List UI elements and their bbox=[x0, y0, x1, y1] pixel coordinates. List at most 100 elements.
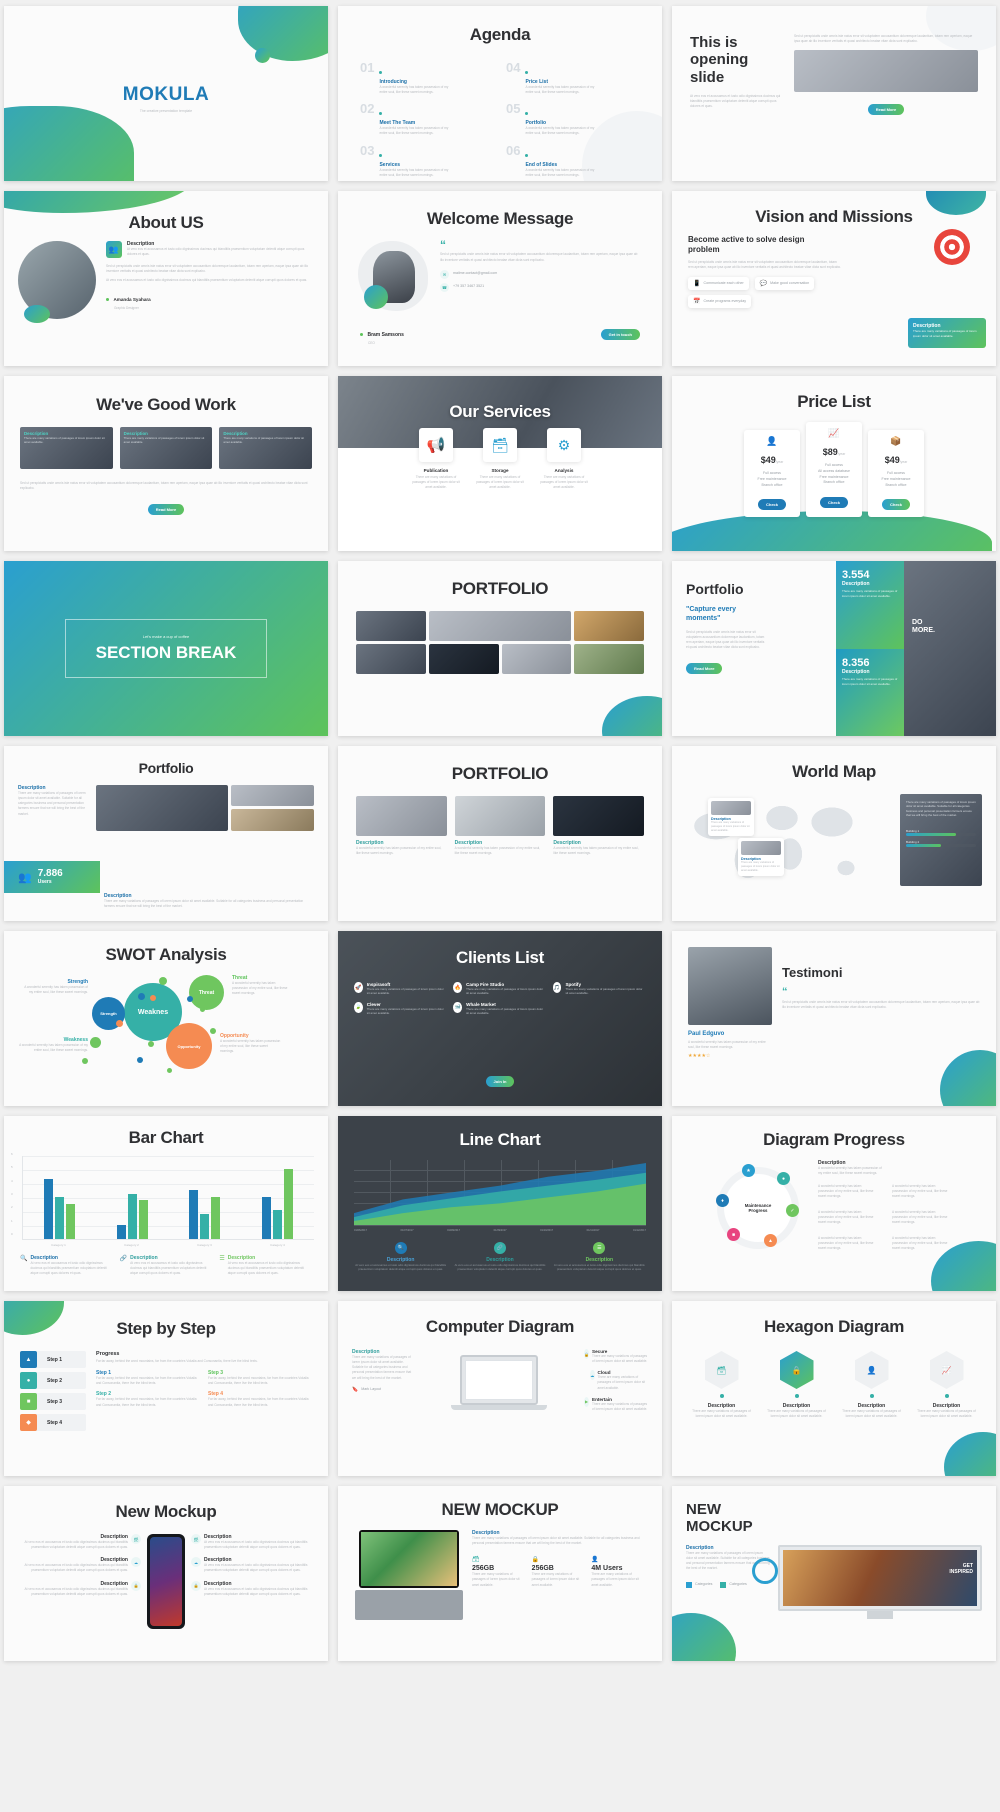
hexagon-item[interactable]: 🔒 Description There are many variations … bbox=[767, 1351, 827, 1419]
slide-bar-chart[interactable]: Bar Chart 6 5 4 3 2 1 0 Category 1 Categ… bbox=[4, 1116, 328, 1291]
slide-new-mockup-laptop[interactable]: NEW MOCKUP Description There are many va… bbox=[338, 1486, 662, 1661]
client-item[interactable]: 🚀 Inspirasoft There are many variations … bbox=[354, 982, 447, 996]
computer-feature[interactable]: 🔒 Secure There are many variations of pa… bbox=[584, 1349, 648, 1364]
read-more-button[interactable]: Read More bbox=[867, 104, 905, 116]
mockup-feature[interactable]: 🗃 Description At vero eos et accusamus e… bbox=[191, 1534, 314, 1550]
check-button[interactable]: Check bbox=[757, 499, 786, 511]
hexagon-item[interactable]: 📈 Description There are many variations … bbox=[917, 1351, 977, 1419]
agenda-item[interactable]: 02 Meet The Team A wonderful serenity ha… bbox=[360, 102, 494, 136]
check-button[interactable]: Check bbox=[881, 499, 910, 511]
slide-cover[interactable]: MOKULA The creative presentation templat… bbox=[4, 6, 328, 181]
lock-icon: 🔒 bbox=[531, 1557, 540, 1564]
welcome-email[interactable]: mailme.contact@gmail.com bbox=[453, 271, 497, 277]
slide-swot-analysis[interactable]: SWOT Analysis Weaknes Strength Threat Op… bbox=[4, 931, 328, 1106]
agenda-item[interactable]: 05 Portfolio A wonderful serenity has ta… bbox=[506, 102, 640, 136]
client-item[interactable]: 🐋 Whale Market There are many variations… bbox=[453, 1001, 546, 1016]
read-more-button[interactable]: Read More bbox=[686, 663, 723, 674]
slide-about-us[interactable]: About US 👥 Description At vero eos et ac… bbox=[4, 191, 328, 366]
feature-desc: At vero eos et accusamus et iusto odio d… bbox=[24, 1540, 128, 1550]
price-card[interactable]: 👤 $49/year Full access Free maintenance … bbox=[744, 430, 800, 518]
map-pin-card[interactable]: Description There are many variations of… bbox=[708, 798, 754, 837]
step-row[interactable]: ● Step 2 bbox=[20, 1372, 86, 1389]
slide-diagram-progress[interactable]: Diagram Progress Maintenance Progress ★ … bbox=[672, 1116, 996, 1291]
portfolio-thumb[interactable] bbox=[428, 644, 499, 674]
slide-line-chart[interactable]: Line Chart 01/06/2017 01/07/2017 01/08/2… bbox=[338, 1116, 662, 1291]
portfolio-thumb[interactable] bbox=[356, 796, 447, 836]
mockup-feature[interactable]: 🔒 Description At vero eos et accusamus e… bbox=[191, 1580, 314, 1597]
portfolio-thumb[interactable] bbox=[553, 796, 645, 836]
slide-portfolio-users[interactable]: Portfolio Description There are many var… bbox=[4, 746, 328, 921]
step-row[interactable]: ◆ Step 4 bbox=[20, 1414, 86, 1431]
slide-opening[interactable]: This is opening slide At vero eos et acc… bbox=[672, 6, 996, 181]
step-label: Step 1 bbox=[47, 1356, 63, 1363]
agenda-item[interactable]: 06 End of Slides A wonderful serenity ha… bbox=[506, 143, 640, 178]
portfolio-thumb[interactable] bbox=[574, 644, 644, 674]
agenda-item[interactable]: 01 Introducing A wonderful serenity has … bbox=[360, 61, 494, 95]
mockup-feature[interactable]: Description At vero eos et accusamus et … bbox=[18, 1534, 141, 1550]
diagram-node-icon[interactable]: ▲ bbox=[764, 1234, 777, 1247]
portfolio-thumb[interactable] bbox=[356, 644, 426, 674]
work-card[interactable]: Description There are many variations of… bbox=[219, 427, 313, 469]
slide-vision-missions[interactable]: Vision and Missions Become active to sol… bbox=[672, 191, 996, 366]
swot-bubble-threat[interactable]: Threat bbox=[189, 975, 224, 1010]
portfolio-thumb[interactable] bbox=[454, 796, 546, 836]
diagram-node-icon[interactable]: ✓ bbox=[786, 1204, 799, 1217]
price-card[interactable]: 📈 $89/year Full access All access databa… bbox=[806, 422, 862, 518]
portfolio-thumb[interactable] bbox=[356, 611, 426, 641]
diagram-node-icon[interactable]: ■ bbox=[727, 1228, 740, 1241]
portfolio-thumb[interactable] bbox=[574, 611, 644, 641]
mockup-feature[interactable]: ☁ Description At vero eos et accusamus e… bbox=[191, 1557, 314, 1573]
slide-computer-diagram[interactable]: Computer Diagram Description There are m… bbox=[338, 1301, 662, 1476]
slide-welcome-message[interactable]: Welcome Message “ Sed ut perspiciatis un… bbox=[338, 191, 662, 366]
portfolio-thumb[interactable] bbox=[96, 785, 229, 831]
hexagon-item[interactable]: 👤 Description There are many variations … bbox=[842, 1351, 902, 1419]
vision-feature[interactable]: 📅 Create programs everyday bbox=[688, 295, 752, 309]
client-item[interactable]: 🎵 Spotify There are many variations of p… bbox=[552, 982, 646, 996]
slide-price-list[interactable]: Price List 👤 $49/year Full access Free m… bbox=[672, 376, 996, 551]
work-card[interactable]: Description There are many variations of… bbox=[119, 427, 213, 469]
step-row[interactable]: ▲ Step 1 bbox=[20, 1351, 86, 1368]
work-card[interactable]: Description There are many variations of… bbox=[20, 427, 113, 469]
diagram-node-icon[interactable]: ★ bbox=[742, 1164, 755, 1177]
map-pin-card[interactable]: Description There are many variations of… bbox=[738, 838, 784, 877]
slide-hexagon-diagram[interactable]: Hexagon Diagram 🗃 Description There are … bbox=[672, 1301, 996, 1476]
price-card[interactable]: 📦 $49/year Full access Free maintenance … bbox=[868, 430, 924, 518]
join-in-button[interactable]: Join In bbox=[485, 1076, 515, 1087]
step-row[interactable]: ■ Step 3 bbox=[20, 1393, 86, 1410]
slide-portfolio-grid[interactable]: PORTFOLIO bbox=[338, 561, 662, 736]
slide-good-work[interactable]: We've Good Work Description There are ma… bbox=[4, 376, 328, 551]
slide-new-mockup-desktop[interactable]: NEW MOCKUP Description There are many va… bbox=[672, 1486, 996, 1661]
slide-our-services[interactable]: Our Services 📢 Publication There are man… bbox=[338, 376, 662, 551]
diagram-node-icon[interactable]: ● bbox=[777, 1172, 790, 1185]
diagram-node-icon[interactable]: ♦ bbox=[716, 1194, 729, 1207]
slide-world-map[interactable]: World Map Description There are many var… bbox=[672, 746, 996, 921]
client-item[interactable]: 🔥 Camp Fire Studio There are many variat… bbox=[453, 982, 546, 996]
computer-feature[interactable]: ▶ Entertain There are many variations of… bbox=[584, 1396, 648, 1412]
mockup-feature[interactable]: Description At vero eos et accusamus et … bbox=[18, 1580, 141, 1597]
welcome-phone[interactable]: +79 357 3467 3521 bbox=[453, 284, 484, 290]
portfolio-thumb[interactable] bbox=[501, 644, 572, 674]
client-item[interactable]: 🍃 Clever There are many variations of pa… bbox=[354, 1001, 447, 1016]
agenda-item[interactable]: 03 Services A wonderful serenity has tak… bbox=[360, 143, 494, 178]
computer-feature[interactable]: ☁ Cloud There are many variations of pas… bbox=[590, 1370, 648, 1390]
slide-new-mockup-phone[interactable]: New Mockup Description At vero eos et ac… bbox=[4, 1486, 328, 1661]
portfolio-thumb[interactable] bbox=[231, 785, 314, 806]
portfolio-thumb[interactable] bbox=[231, 809, 314, 831]
check-button[interactable]: Check bbox=[819, 497, 848, 508]
swot-bubble-opportunity[interactable]: Opportunity bbox=[166, 1023, 212, 1069]
slide-step-by-step[interactable]: Step by Step ▲ Step 1 ● Step 2 ■ Step 3 … bbox=[4, 1301, 328, 1476]
vision-feature[interactable]: 💬 Make good conversation bbox=[754, 277, 815, 291]
slide-portfolio-stats[interactable]: Portfolio "Capture every moments" Sed ut… bbox=[672, 561, 996, 736]
agenda-item[interactable]: 04 Price List A wonderful serenity has t… bbox=[506, 61, 640, 95]
slide-testimoni[interactable]: Paul Edguvo A wonderful serenity has tak… bbox=[672, 931, 996, 1106]
hexagon-item[interactable]: 🗃 Description There are many variations … bbox=[692, 1351, 752, 1419]
portfolio-thumb[interactable] bbox=[428, 611, 572, 641]
read-more-button[interactable]: Read More bbox=[147, 504, 185, 516]
vision-feature[interactable]: 📱 Communicate each other bbox=[688, 277, 749, 291]
slide-portfolio-three[interactable]: PORTFOLIO Description A wonderful sereni… bbox=[338, 746, 662, 921]
get-in-touch-button[interactable]: Get in touch bbox=[600, 329, 640, 341]
slide-clients-list[interactable]: Clients List 🚀 Inspirasoft There are man… bbox=[338, 931, 662, 1106]
slide-agenda[interactable]: Agenda 01 Introducing A wonderful sereni… bbox=[338, 6, 662, 181]
slide-section-break[interactable]: Let's make a cup of coffee SECTION BREAK bbox=[4, 561, 328, 736]
mockup-feature[interactable]: Description At vero eos et accusamus et … bbox=[18, 1557, 141, 1573]
